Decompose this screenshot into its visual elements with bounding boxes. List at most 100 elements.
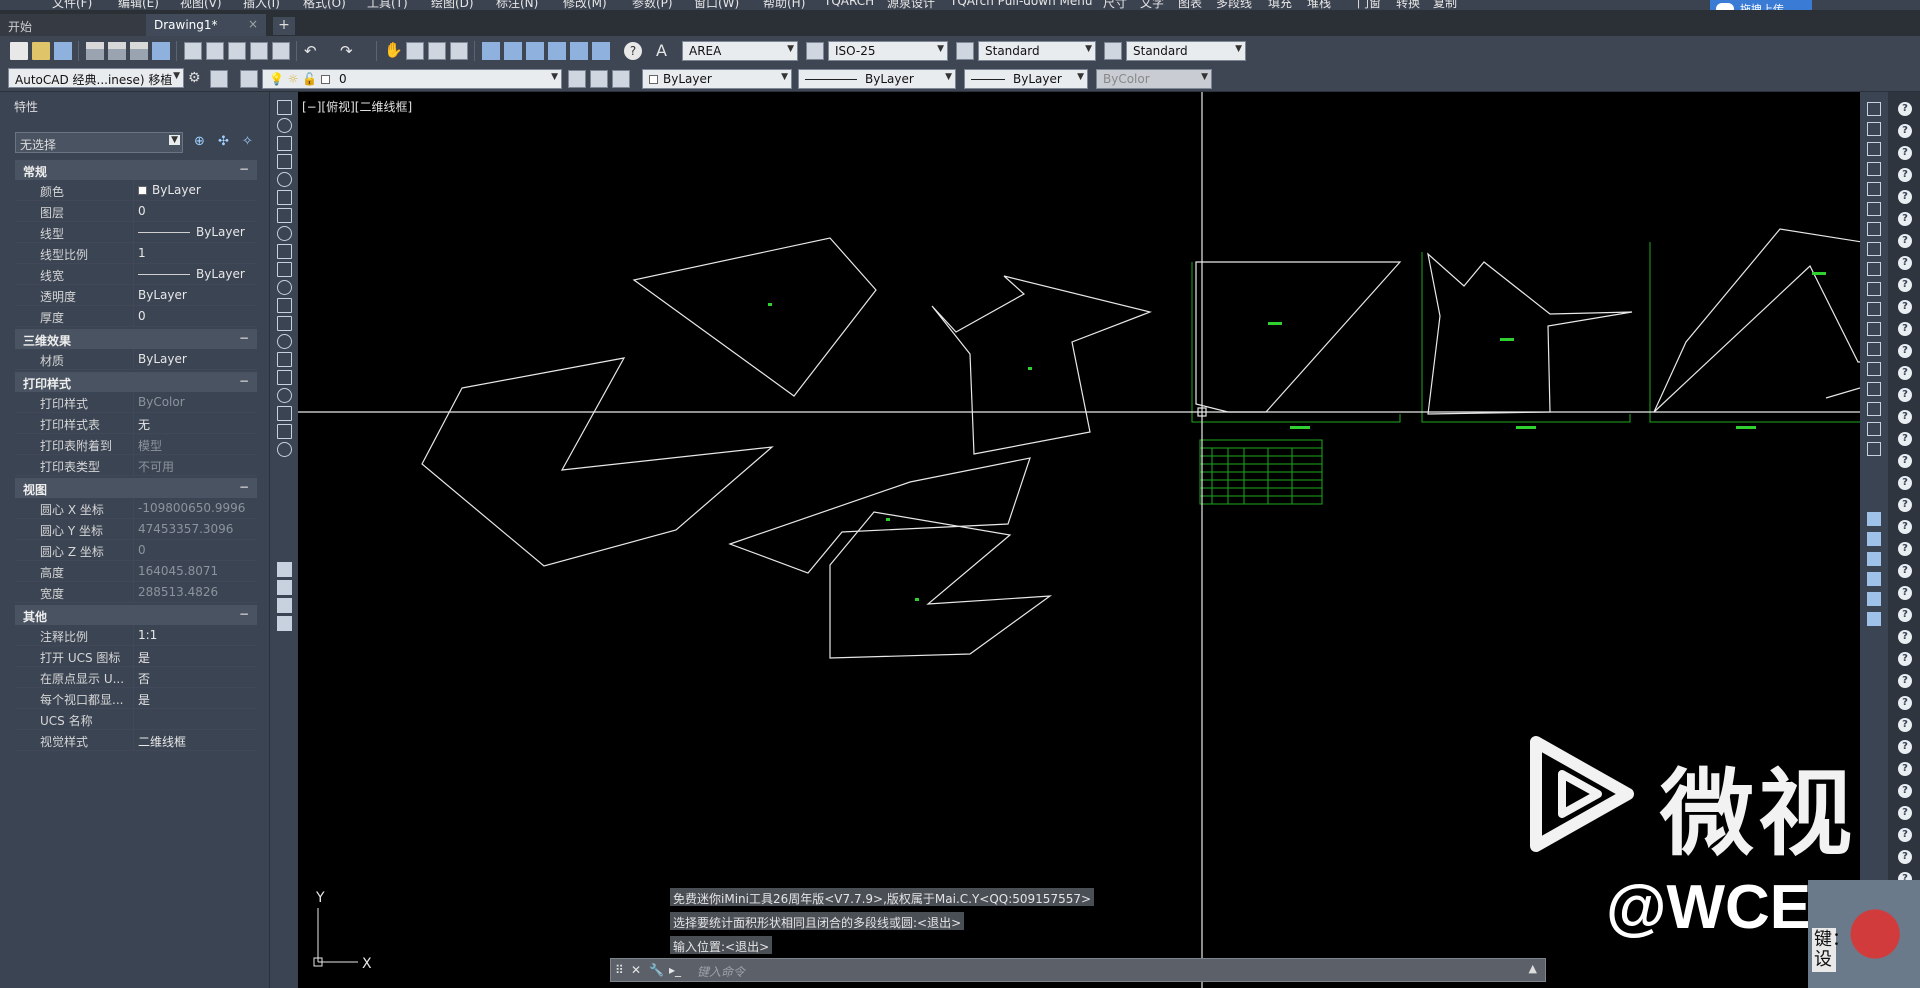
menu-modify[interactable]: 修改(M) xyxy=(563,0,607,10)
toolbar-lock-icon[interactable] xyxy=(210,70,228,88)
collapse-icon[interactable]: − xyxy=(239,374,249,388)
menu-edit[interactable]: 编辑(E) xyxy=(118,0,159,10)
break-at-point-icon[interactable] xyxy=(1867,322,1881,336)
fillet-icon[interactable] xyxy=(1867,402,1881,416)
markup-icon[interactable] xyxy=(570,42,588,60)
text-to-front-icon[interactable] xyxy=(1867,592,1881,606)
layer-previous-icon[interactable] xyxy=(590,70,608,88)
menu-format[interactable]: 格式(O) xyxy=(303,0,346,10)
section-header[interactable]: 常规 − xyxy=(15,160,257,180)
property-row[interactable]: 透明度 ByLayer xyxy=(15,285,257,306)
lineweight-select[interactable]: ByLayer ▼ xyxy=(964,69,1088,89)
help-icon[interactable]: ? xyxy=(1898,520,1912,534)
scale-icon[interactable] xyxy=(1867,242,1881,256)
menu-pline[interactable]: 多段线 xyxy=(1216,0,1252,10)
table-style-select[interactable]: Standard ▼ xyxy=(978,41,1096,61)
menu-dim[interactable]: 尺寸 xyxy=(1103,0,1127,10)
customize-icon[interactable]: 🔧 xyxy=(649,963,664,977)
3d-dwf-icon[interactable] xyxy=(152,42,170,60)
property-row[interactable]: 圆心 X 坐标 -109800650.9996 xyxy=(15,498,257,519)
design-center-icon[interactable] xyxy=(504,42,522,60)
menu-tqarch-pulldown[interactable]: TQArch Pull-down Menu xyxy=(950,0,1092,8)
cut-icon[interactable] xyxy=(184,42,202,60)
section-header[interactable]: 三维效果 − xyxy=(15,329,257,349)
help-icon[interactable]: ? xyxy=(1898,784,1912,798)
mirror-icon[interactable] xyxy=(1867,142,1881,156)
chevron-up-icon[interactable]: ▲ xyxy=(1529,962,1537,975)
selection-select[interactable]: 无选择 ▼ xyxy=(15,132,183,153)
help-icon[interactable]: ? xyxy=(1898,828,1912,842)
menu-view[interactable]: 视图(V) xyxy=(180,0,222,10)
erase-icon[interactable] xyxy=(1867,102,1881,116)
make-current-layer-icon[interactable] xyxy=(568,70,586,88)
open-folder-icon[interactable] xyxy=(32,42,50,60)
print-icon[interactable] xyxy=(86,42,104,60)
multileader-style-select[interactable]: Standard ▼ xyxy=(1126,41,1246,61)
table-icon[interactable] xyxy=(277,406,292,421)
property-value[interactable]: 无 xyxy=(133,413,257,434)
help-icon[interactable]: ? xyxy=(1898,168,1912,182)
menu-window[interactable]: 窗口(W) xyxy=(694,0,739,10)
array-icon[interactable] xyxy=(1867,182,1881,196)
tab-drawing1[interactable]: Drawing1* × xyxy=(146,14,266,36)
draworder-below-icon[interactable] xyxy=(1867,572,1881,586)
property-row[interactable]: 圆心 Y 坐标 47453357.3096 xyxy=(15,519,257,540)
section-header[interactable]: 其他 − xyxy=(15,605,257,625)
menu-yuanquan[interactable]: 源泉设计 xyxy=(887,0,935,10)
property-value[interactable] xyxy=(133,709,257,730)
menu-hatch[interactable]: 填充 xyxy=(1268,0,1292,10)
help-icon[interactable]: ? xyxy=(1898,542,1912,556)
help-icon[interactable]: ? xyxy=(1898,564,1912,578)
publish-icon[interactable] xyxy=(130,42,148,60)
help-icon[interactable]: ? xyxy=(1898,344,1912,358)
help-icon[interactable]: ? xyxy=(1898,234,1912,248)
plot-preview-icon[interactable] xyxy=(108,42,126,60)
menu-chart[interactable]: 图表 xyxy=(1178,0,1202,10)
help-icon[interactable]: ? xyxy=(1898,498,1912,512)
property-row[interactable]: 高度 164045.8071 xyxy=(15,561,257,582)
menu-insert[interactable]: 插入(I) xyxy=(243,0,280,10)
property-value[interactable]: 1 xyxy=(133,243,257,264)
select-objects-icon[interactable]: ✣ xyxy=(218,134,234,150)
property-value[interactable]: 1:1 xyxy=(133,625,257,646)
line-icon[interactable] xyxy=(277,100,292,115)
property-row[interactable]: 每个视口都显... 是 xyxy=(15,688,257,709)
tab-start[interactable]: 开始 xyxy=(0,14,150,36)
layer-select[interactable]: 💡 ☼ 🔓 0 ▼ xyxy=(262,69,562,89)
quick-select-icon[interactable]: ✧ xyxy=(242,134,258,150)
property-row[interactable]: 注释比例 1:1 xyxy=(15,625,257,646)
copy-icon[interactable] xyxy=(206,42,224,60)
help-icon[interactable]: ? xyxy=(1898,762,1912,776)
help-icon[interactable]: ? xyxy=(1898,146,1912,160)
menu-copy[interactable]: 复制 xyxy=(1433,0,1457,10)
property-row[interactable]: 线宽 ByLayer xyxy=(15,264,257,285)
collapse-icon[interactable]: − xyxy=(239,162,249,176)
property-row[interactable]: 视觉样式 二维线框 xyxy=(15,730,257,751)
help-icon[interactable]: ? xyxy=(1898,102,1912,116)
section-header[interactable]: 打印样式 − xyxy=(15,372,257,392)
property-row[interactable]: 厚度 0 xyxy=(15,306,257,327)
close-icon[interactable]: × xyxy=(248,17,258,31)
help-icon[interactable]: ? xyxy=(1898,300,1912,314)
property-row[interactable]: 圆心 Z 坐标 0 xyxy=(15,540,257,561)
property-value[interactable]: 0 xyxy=(133,306,257,327)
region-icon[interactable] xyxy=(277,388,292,403)
properties-icon[interactable] xyxy=(482,42,500,60)
zoom-icon[interactable] xyxy=(277,616,292,631)
menu-file[interactable]: 文件(F) xyxy=(52,0,92,10)
quickcalc-icon[interactable] xyxy=(592,42,610,60)
property-row[interactable]: 颜色 ByLayer xyxy=(15,180,257,201)
help-icon[interactable]: ? xyxy=(1898,124,1912,138)
trim-icon[interactable] xyxy=(1867,282,1881,296)
measure-icon[interactable] xyxy=(277,562,292,577)
menu-params[interactable]: 参数(P) xyxy=(632,0,673,10)
mtext-icon[interactable] xyxy=(277,424,292,439)
section-header[interactable]: 视图 − xyxy=(15,478,257,498)
help-icon[interactable]: ? xyxy=(1898,278,1912,292)
hatch-icon[interactable] xyxy=(277,352,292,367)
property-value[interactable]: 是 xyxy=(133,646,257,667)
help-icon[interactable]: ? xyxy=(1898,652,1912,666)
hatch-to-back-icon[interactable] xyxy=(1867,612,1881,626)
help-icon[interactable]: ? xyxy=(1898,740,1912,754)
help-icon[interactable]: ? xyxy=(1898,388,1912,402)
